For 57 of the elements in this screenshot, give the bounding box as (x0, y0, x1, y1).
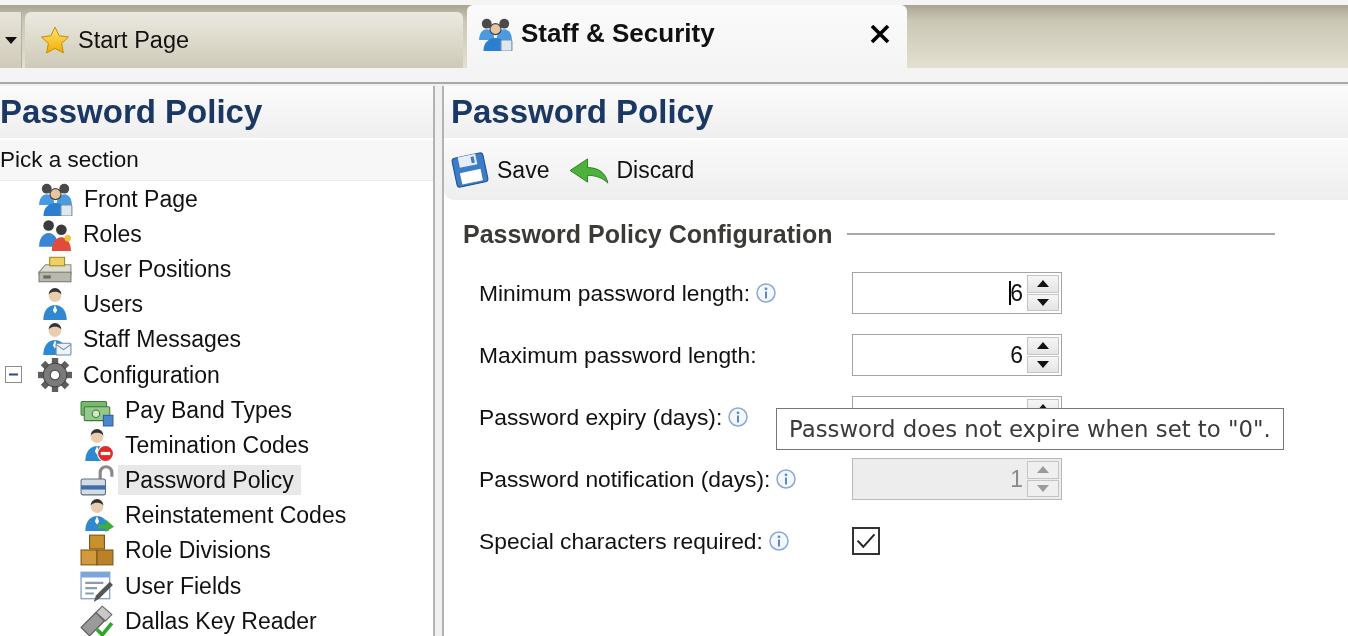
collapse-box-icon[interactable] (5, 366, 22, 384)
up-arrow-icon (1037, 280, 1049, 288)
spin-up-button[interactable] (1027, 275, 1059, 293)
tree-item[interactable]: Reinstatement Codes (118, 500, 354, 531)
close-tab-button[interactable] (870, 23, 890, 44)
people-group-icon (478, 16, 513, 51)
tree-item[interactable]: Role Divisions (118, 535, 278, 566)
tab-menu-button[interactable] (0, 12, 22, 68)
group-title: Password Policy Configuration (463, 219, 833, 249)
field-label: Password expiry (days): (479, 403, 723, 431)
tab[interactable]: Staff & Security (467, 5, 907, 68)
tree-item[interactable]: Configuration (76, 359, 227, 390)
spin-up-button[interactable] (1027, 337, 1059, 355)
down-arrow-icon (1037, 298, 1049, 306)
tab[interactable]: Start Page (25, 12, 463, 68)
curved-arrow-icon (569, 155, 611, 185)
up-arrow-icon (1037, 342, 1049, 350)
checkmark-icon (856, 533, 876, 549)
tree-item[interactable]: Staff Messages (76, 324, 249, 355)
spin-down-button[interactable] (1027, 355, 1059, 373)
number-field[interactable]: 6 (852, 272, 1062, 314)
checkbox[interactable] (852, 527, 880, 555)
close-icon (870, 23, 890, 44)
section-prompt: Pick a section (0, 147, 139, 173)
down-arrow-icon (1037, 360, 1049, 368)
field-label: Maximum password length: (479, 341, 757, 369)
tree-item[interactable]: Users (76, 289, 151, 320)
save-button[interactable]: Save (449, 148, 550, 192)
tree-item[interactable]: Password Policy (118, 465, 301, 496)
panel-title: Password Policy (0, 93, 263, 131)
open-padlock-icon (80, 463, 114, 498)
field-label: Password notification (days): (479, 465, 771, 493)
tree-item[interactable]: User Positions (76, 253, 239, 284)
gear-icon (38, 357, 72, 392)
tree-item[interactable]: Pay Band Types (118, 394, 300, 425)
people-group-icon (38, 181, 73, 217)
up-arrow-icon (1037, 466, 1049, 474)
discard-button[interactable]: Discard (569, 148, 695, 192)
field-label: Special characters required: (479, 527, 763, 555)
field-label: Minimum password length: (479, 279, 751, 307)
tree-item[interactable]: Dallas Key Reader (118, 605, 324, 636)
tree-item[interactable]: Temination Codes (118, 429, 317, 460)
tooltip: Password does not expire when set to "0". (776, 408, 1284, 450)
star-icon (40, 25, 70, 55)
number-field[interactable]: 6 (852, 334, 1062, 376)
caret-icon (4, 36, 17, 44)
panel-title: Password Policy (451, 93, 714, 131)
boxes-icon (80, 533, 114, 568)
info-icon[interactable] (756, 283, 777, 303)
info-icon[interactable] (728, 407, 749, 427)
usb-stick-with-check-icon (80, 603, 114, 636)
info-icon[interactable] (768, 531, 789, 551)
tree-item[interactable]: Front Page (77, 183, 205, 214)
down-arrow-icon (1037, 484, 1049, 492)
tree-item[interactable]: User Fields (118, 570, 249, 601)
spin-down-button[interactable] (1027, 293, 1059, 311)
tree-item[interactable]: Roles (76, 218, 149, 249)
